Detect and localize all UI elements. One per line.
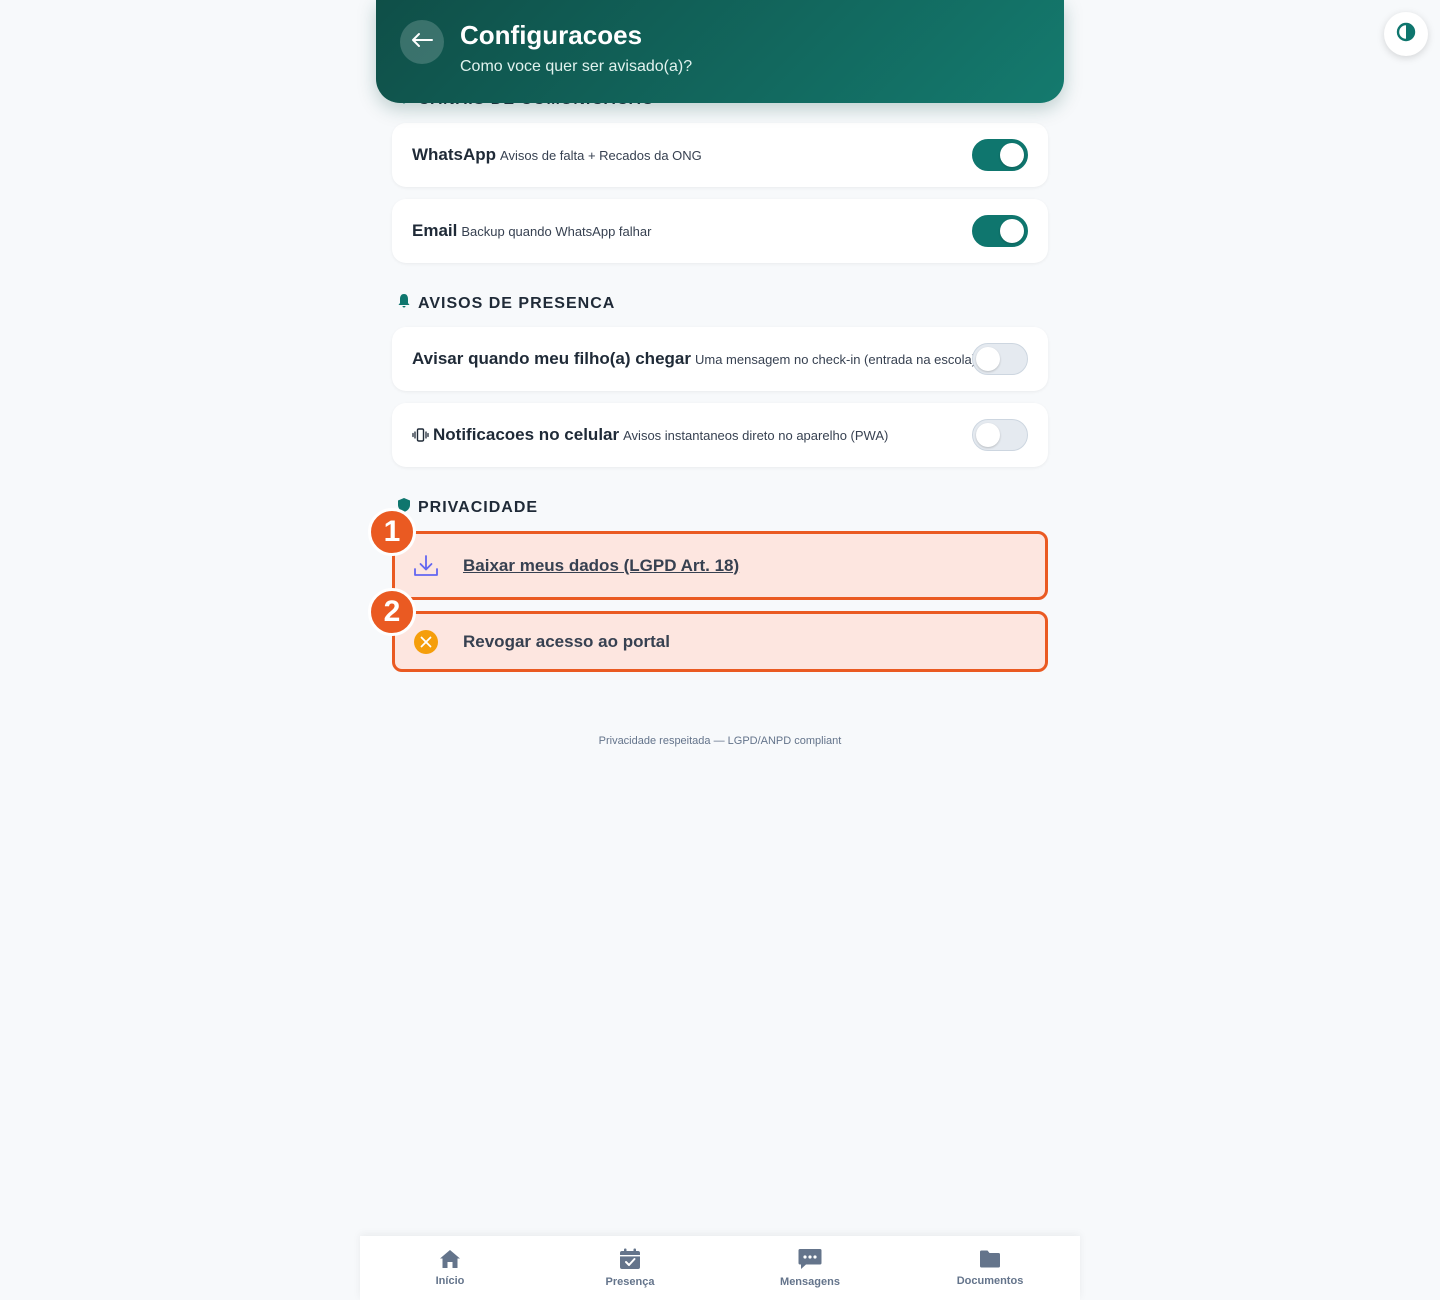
revoke-access-button[interactable]: Revogar acesso ao portal [392,611,1048,672]
setting-label: Email [412,221,458,240]
setting-description: Avisos instantaneos direto no aparelho (… [623,427,889,443]
home-icon [439,1249,461,1272]
setting-label: Avisar quando meu filho(a) chegar [412,349,691,368]
setting-description: Backup quando WhatsApp falhar [461,223,652,239]
download-data-label: Baixar meus dados (LGPD Art. 18) [463,555,740,575]
section-title-privacy: PRIVACIDADE [396,497,538,518]
message-icon [798,1248,822,1273]
page-header: Configuracoes Como voce quer ser avisado… [376,0,1064,103]
privacy-footer-note: Privacidade respeitada — LGPD/ANPD compl… [598,735,842,747]
setting-description: Avisos de falta + Recados da ONG [500,147,702,163]
download-icon [413,554,439,578]
bell-icon [396,293,412,314]
nav-item-documentos[interactable]: Documentos [900,1236,1080,1300]
nav-item-presenca[interactable]: Presença [540,1236,720,1300]
push-notifications-toggle[interactable] [972,419,1028,451]
setting-card-checkin: Avisar quando meu filho(a) chegar Uma me… [392,327,1048,391]
setting-description: Uma mensagem no check-in (entrada na esc… [694,351,977,367]
page-title: Configuracoes [460,20,643,50]
section-title-presence: AVISOS DE PRESENCA [396,293,615,314]
arrow-left-icon [411,32,433,53]
setting-card-whatsapp: WhatsApp Avisos de falta + Recados da ON… [392,123,1048,187]
back-button[interactable] [400,20,444,64]
theme-toggle-button[interactable] [1384,12,1428,56]
setting-label: Notificacoes no celular [433,425,620,444]
nav-item-mensagens[interactable]: Mensagens [720,1236,900,1300]
email-toggle[interactable] [972,215,1028,247]
toggle-knob [976,347,1000,371]
toggle-knob [1000,219,1024,243]
whatsapp-toggle[interactable] [972,139,1028,171]
toggle-knob [1000,143,1024,167]
close-circle-icon [413,629,439,655]
calendar-check-icon [619,1248,641,1273]
revoke-access-label: Revogar acesso ao portal [463,631,670,651]
nav-label: Mensagens [780,1276,840,1288]
bottom-navigation: Início Presença Mensagens Documentos [360,1236,1080,1300]
setting-card-email: Email Backup quando WhatsApp falhar [392,199,1048,263]
annotation-badge-1: 1 [368,508,416,556]
vibrate-icon [412,428,429,442]
setting-card-push: Notificacoes no celular Avisos instantan… [392,403,1048,467]
nav-item-inicio[interactable]: Início [360,1236,540,1300]
setting-label: WhatsApp [412,145,497,164]
nav-label: Documentos [956,1275,1024,1287]
nav-label: Presença [605,1276,655,1288]
checkin-toggle[interactable] [972,343,1028,375]
nav-label: Início [435,1275,465,1287]
annotation-badge-2: 2 [368,588,416,636]
contrast-icon [1396,22,1416,47]
folder-icon [979,1249,1001,1272]
page-subtitle: Como voce quer ser avisado(a)? [460,58,693,75]
toggle-knob [976,423,1000,447]
download-data-button[interactable]: Baixar meus dados (LGPD Art. 18) [392,531,1048,600]
